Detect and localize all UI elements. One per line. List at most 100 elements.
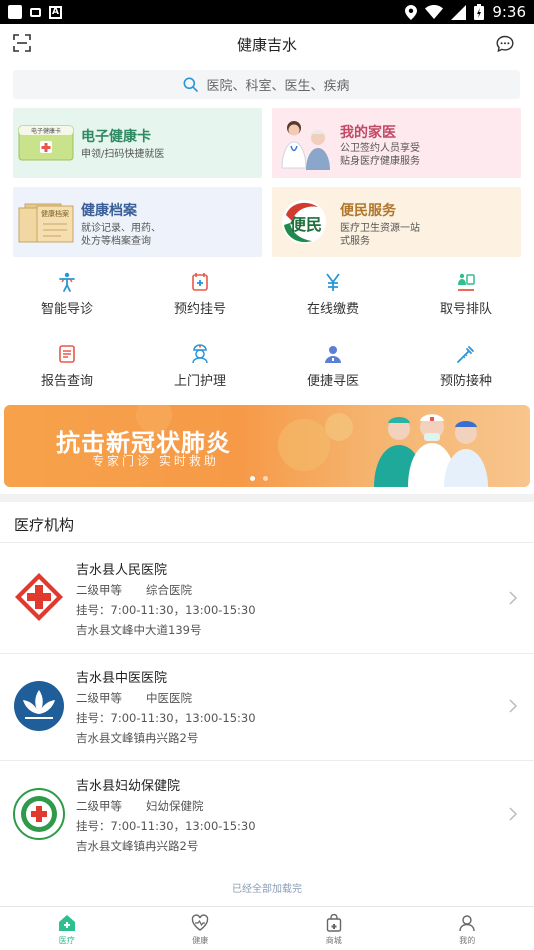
notification-a-icon: A (49, 5, 62, 19)
nav-medical[interactable]: 医疗 (0, 907, 134, 950)
service-smart-guide[interactable]: 智能导诊 (12, 272, 122, 317)
card-convenience-service[interactable]: 便民 便民服务 医疗卫生资源一站 式服务 (272, 187, 521, 257)
section-title: 医疗机构 (14, 516, 75, 534)
hospital-logo-maternal (13, 788, 65, 840)
chevron-right-icon (509, 591, 518, 605)
row-divider (0, 760, 534, 761)
card-health-record[interactable]: 健康档案 健康档案 就诊记录、用药、 处方等档案查询 (13, 187, 262, 257)
title-bar: 健康吉水 (0, 24, 534, 64)
chevron-right-icon (509, 807, 518, 821)
service-label: 在线缴费 (306, 302, 359, 317)
service-label: 报告查询 (40, 374, 93, 389)
heart-icon (191, 914, 209, 931)
hospital-item-1[interactable]: 吉水县人民医院 二级甲等 综合医院 挂号：7:00-11:30，13:00-15… (0, 548, 534, 653)
health-card-image: 电子健康卡 (18, 125, 74, 161)
section-divider-line (0, 542, 534, 543)
card-family-doctor[interactable]: 我的家医 公卫签约人员享受 贴身医疗健康服务 (272, 108, 521, 178)
battery-icon (474, 4, 485, 20)
card-title: 我的家医 (340, 125, 396, 141)
queue-icon (458, 273, 475, 291)
card-title: 电子健康卡 (81, 129, 151, 145)
section-divider (0, 494, 534, 502)
hospital-name: 吉水县中医医院 (76, 671, 168, 686)
message-icon[interactable] (496, 35, 514, 53)
hospital-logo-red-cross (15, 573, 63, 621)
service-label: 上门护理 (173, 374, 226, 389)
location-icon (405, 4, 418, 20)
nav-profile[interactable]: 我的 (401, 907, 534, 950)
health-record-image: 健康档案 (18, 203, 74, 243)
vaccine-icon (457, 346, 474, 363)
service-queue[interactable]: 取号排队 (411, 272, 521, 317)
page-title: 健康吉水 (236, 35, 297, 54)
service-label: 预约挂号 (173, 302, 226, 317)
profile-icon (459, 915, 475, 932)
card-title: 便民服务 (340, 203, 396, 219)
hospital-level: 二级甲等 (76, 691, 122, 705)
nav-health[interactable]: 健康 (134, 907, 268, 950)
hospital-item-3[interactable]: 吉水县妇幼保健院 二级甲等 妇幼保健院 挂号：7:00-11:30，13:00-… (0, 763, 534, 868)
card-subtitle-line-2: 处方等档案查询 (81, 236, 151, 247)
card-subtitle-line-1: 医疗卫生资源一站 (340, 223, 420, 234)
search-placeholder: 医院、科室、医生、疾病 (206, 79, 350, 94)
bottom-nav: 医疗 健康 商城 我的 (0, 906, 534, 950)
nav-label: 医疗 (58, 936, 75, 945)
service-label: 便捷寻医 (306, 374, 359, 389)
hospital-address: 吉水县文峰镇冉兴路2号 (76, 839, 199, 853)
appointment-icon (192, 273, 208, 291)
card-subtitle-line-2: 式服务 (340, 236, 370, 247)
nav-label: 商城 (325, 936, 342, 945)
card-health-card[interactable]: 电子健康卡 电子健康卡 申领/扫码快捷就医 (13, 108, 262, 178)
nav-label: 我的 (459, 936, 476, 945)
clock: 9:36 (492, 3, 526, 21)
nav-shop[interactable]: 商城 (267, 907, 401, 950)
hospital-address: 吉水县文峰镇冉兴路2号 (76, 731, 199, 745)
nav-label: 健康 (192, 936, 209, 945)
hospital-name: 吉水县妇幼保健院 (76, 779, 181, 794)
nurse-icon (192, 344, 208, 364)
app-screen: A 9:36 健康吉水 医院、科室、医生、疾病 电子健康卡 电子健康卡 申领/扫… (0, 0, 534, 950)
service-vaccination[interactable]: 预防接种 (411, 344, 521, 389)
service-report-query[interactable]: 报告查询 (12, 344, 122, 389)
hospital-type: 中医医院 (146, 691, 192, 705)
convenience-logo-image: 便民 (282, 200, 326, 244)
hospital-hours: 挂号：7:00-11:30，13:00-15:30 (76, 603, 256, 617)
home-medical-icon (58, 915, 75, 931)
notification-square-icon (8, 5, 22, 19)
report-icon (59, 345, 75, 363)
scan-icon[interactable] (13, 34, 31, 52)
hospital-type: 妇幼保健院 (146, 799, 204, 813)
body-guide-icon (59, 272, 75, 292)
promo-banner[interactable]: 抗击新冠状肺炎 专家门诊 实时救助 (4, 405, 530, 487)
search-bar[interactable]: 医院、科室、医生、疾病 (13, 70, 520, 99)
banner-dot-2[interactable] (263, 476, 268, 481)
banner-dot-1[interactable] (250, 476, 255, 481)
hospital-name: 吉水县人民医院 (76, 563, 168, 578)
notification-message-icon (30, 7, 41, 17)
health-record-image-label: 健康档案 (41, 209, 69, 218)
row-divider (0, 653, 534, 654)
hospital-address: 吉水县文峰中大道139号 (76, 623, 202, 637)
service-label: 智能导诊 (40, 302, 93, 317)
status-bar: A 9:36 (0, 0, 534, 24)
service-find-doctor[interactable]: 便捷寻医 (278, 344, 388, 389)
shop-bag-icon (326, 914, 341, 932)
service-appointment[interactable]: 预约挂号 (145, 272, 255, 317)
health-card-image-label: 电子健康卡 (31, 127, 61, 135)
banner-subtitle: 专家门诊 实时救助 (92, 454, 219, 468)
doctor-search-icon (325, 346, 341, 363)
family-doctor-image (281, 121, 330, 170)
service-online-payment[interactable]: 在线缴费 (278, 272, 388, 317)
hospital-item-2[interactable]: 吉水县中医医院 二级甲等 中医医院 挂号：7:00-11:30，13:00-15… (0, 655, 534, 760)
hospital-level: 二级甲等 (76, 799, 122, 813)
banner-pagination (250, 476, 268, 481)
convenience-logo-text: 便民 (290, 215, 322, 234)
service-label: 预防接种 (439, 374, 492, 389)
hospital-hours: 挂号：7:00-11:30，13:00-15:30 (76, 711, 256, 725)
hospital-logo-lotus (14, 681, 64, 731)
card-subtitle-line-2: 贴身医疗健康服务 (340, 156, 420, 167)
hospital-hours: 挂号：7:00-11:30，13:00-15:30 (76, 819, 256, 833)
list-end-note: 已经全部加载完 (232, 884, 302, 895)
service-home-nursing[interactable]: 上门护理 (145, 344, 255, 389)
yen-icon (326, 273, 340, 291)
